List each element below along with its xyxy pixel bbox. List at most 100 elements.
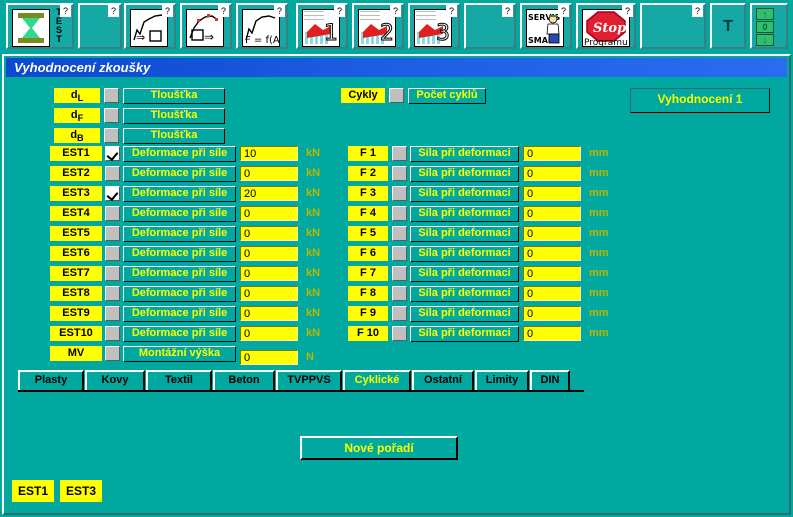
tab-limity[interactable]: Limity [475,370,529,390]
row-f8-value[interactable]: 0 [523,286,581,301]
tab-ostatn[interactable]: Ostatní [412,370,474,390]
row-est6-value[interactable]: 0 [240,246,298,261]
row-est2-checkbox[interactable] [105,166,120,181]
help-icon[interactable]: ? [162,5,173,17]
tab-din[interactable]: DIN [530,370,570,390]
row-est10-button[interactable]: Deformace při síle [123,326,236,342]
row-dl-button[interactable]: Tloušťka [123,88,225,104]
help-icon[interactable]: ? [274,5,285,17]
row-est1-button[interactable]: Deformace při síle [123,146,236,162]
row-f4-button[interactable]: Síla při deformaci [410,206,519,222]
chart-1-button[interactable]: 1 ? [296,3,348,49]
row-est5-value[interactable]: 0 [240,226,298,241]
row-f2-value[interactable]: 0 [523,166,581,181]
row-f4-value[interactable]: 0 [523,206,581,221]
row-db-checkbox[interactable] [104,128,119,143]
cycles-checkbox[interactable] [389,88,404,103]
row-f5-button[interactable]: Síla při deformaci [410,226,519,242]
chart-3-button[interactable]: 3 ? [408,3,460,49]
row-mv-value[interactable]: 0 [240,350,298,365]
row-est3-value[interactable]: 20 [240,186,298,201]
tab-plasty[interactable]: Plasty [18,370,84,390]
row-mv-button[interactable]: Montážní výška [123,346,236,362]
blank-button-1[interactable]: ? [78,3,122,49]
row-est6-button[interactable]: Deformace při síle [123,246,236,262]
row-est9-checkbox[interactable] [105,306,120,321]
selected-tag-est3[interactable]: EST3 [60,480,102,502]
row-est1-checkbox[interactable] [105,146,120,161]
row-est6-checkbox[interactable] [105,246,120,261]
row-est2-value[interactable]: 0 [240,166,298,181]
row-f9-checkbox[interactable] [392,306,407,321]
row-est7-button[interactable]: Deformace při síle [123,266,236,282]
row-f3-value[interactable]: 0 [523,186,581,201]
tab-beton[interactable]: Beton [213,370,275,390]
f-of-a-button[interactable]: F = f(A) ? [236,3,288,49]
row-est8-checkbox[interactable] [105,286,120,301]
row-f9-value[interactable]: 0 [523,306,581,321]
selected-tag-est1[interactable]: EST1 [12,480,54,502]
row-f2-checkbox[interactable] [392,166,407,181]
row-est10-checkbox[interactable] [105,326,120,341]
row-f1-checkbox[interactable] [392,146,407,161]
row-est3-checkbox[interactable] [105,186,120,201]
row-f10-value[interactable]: 0 [523,326,581,341]
row-dl-checkbox[interactable] [104,88,119,103]
row-f9-button[interactable]: Síla při deformaci [410,306,519,322]
row-f5-value[interactable]: 0 [523,226,581,241]
row-est3-button[interactable]: Deformace při síle [123,186,236,202]
stop-program-button[interactable]: Stop Programu ? [576,3,636,49]
row-est4-button[interactable]: Deformace při síle [123,206,236,222]
help-icon[interactable]: ? [218,5,229,17]
cycles-button[interactable]: Počet cyklů [408,88,486,104]
row-db-button[interactable]: Tloušťka [123,128,225,144]
blank-button-3[interactable]: ? [640,3,706,49]
row-est8-button[interactable]: Deformace při síle [123,286,236,302]
curve-to-box-button[interactable]: ⇒ ? [124,3,176,49]
row-f10-button[interactable]: Síla při deformaci [410,326,519,342]
row-est9-button[interactable]: Deformace při síle [123,306,236,322]
row-df-checkbox[interactable] [104,108,119,123]
chart-2-button[interactable]: 2 ? [352,3,404,49]
row-f6-button[interactable]: Síla při deformaci [410,246,519,262]
row-f5-checkbox[interactable] [392,226,407,241]
row-f7-button[interactable]: Síla při deformaci [410,266,519,282]
t-button[interactable]: T [710,3,746,49]
help-icon[interactable]: ? [622,5,633,17]
new-order-button[interactable]: Nové pořadí [300,436,458,460]
tab-kovy[interactable]: Kovy [85,370,145,390]
row-f7-value[interactable]: 0 [523,266,581,281]
help-icon[interactable]: ? [108,5,119,17]
help-icon[interactable]: ? [502,5,513,17]
help-icon[interactable]: ? [558,5,569,17]
row-f4-checkbox[interactable] [392,206,407,221]
help-icon[interactable]: ? [60,5,71,17]
help-icon[interactable]: ? [390,5,401,17]
row-f8-checkbox[interactable] [392,286,407,301]
tab-tvppvs[interactable]: TVPPVS [276,370,342,390]
row-est8-value[interactable]: 0 [240,286,298,301]
row-f1-button[interactable]: Síla při deformaci [410,146,519,162]
servis-smaps-button[interactable]: SERVIS SMAPS ? [520,3,572,49]
evaluation-button[interactable]: Vyhodnocení 1 [630,88,770,113]
row-f3-button[interactable]: Síla při deformaci [410,186,519,202]
tab-cyklick[interactable]: Cyklické [343,370,411,390]
row-est7-value[interactable]: 0 [240,266,298,281]
tab-textil[interactable]: Textil [146,370,212,390]
row-f8-button[interactable]: Síla při deformaci [410,286,519,302]
nav-up-button[interactable]: ↑ [756,8,774,20]
row-f7-checkbox[interactable] [392,266,407,281]
row-f6-checkbox[interactable] [392,246,407,261]
row-est2-button[interactable]: Deformace při síle [123,166,236,182]
row-mv-checkbox[interactable] [105,346,120,361]
row-est4-checkbox[interactable] [105,206,120,221]
row-est9-value[interactable]: 0 [240,306,298,321]
box-to-curve-button[interactable]: ⇒ ? [180,3,232,49]
row-f3-checkbox[interactable] [392,186,407,201]
blank-button-2[interactable]: ? [464,3,516,49]
row-est5-button[interactable]: Deformace při síle [123,226,236,242]
row-f1-value[interactable]: 0 [523,146,581,161]
row-est1-value[interactable]: 10 [240,146,298,161]
test-button[interactable]: TEST TEST ? [6,3,74,49]
row-f10-checkbox[interactable] [392,326,407,341]
